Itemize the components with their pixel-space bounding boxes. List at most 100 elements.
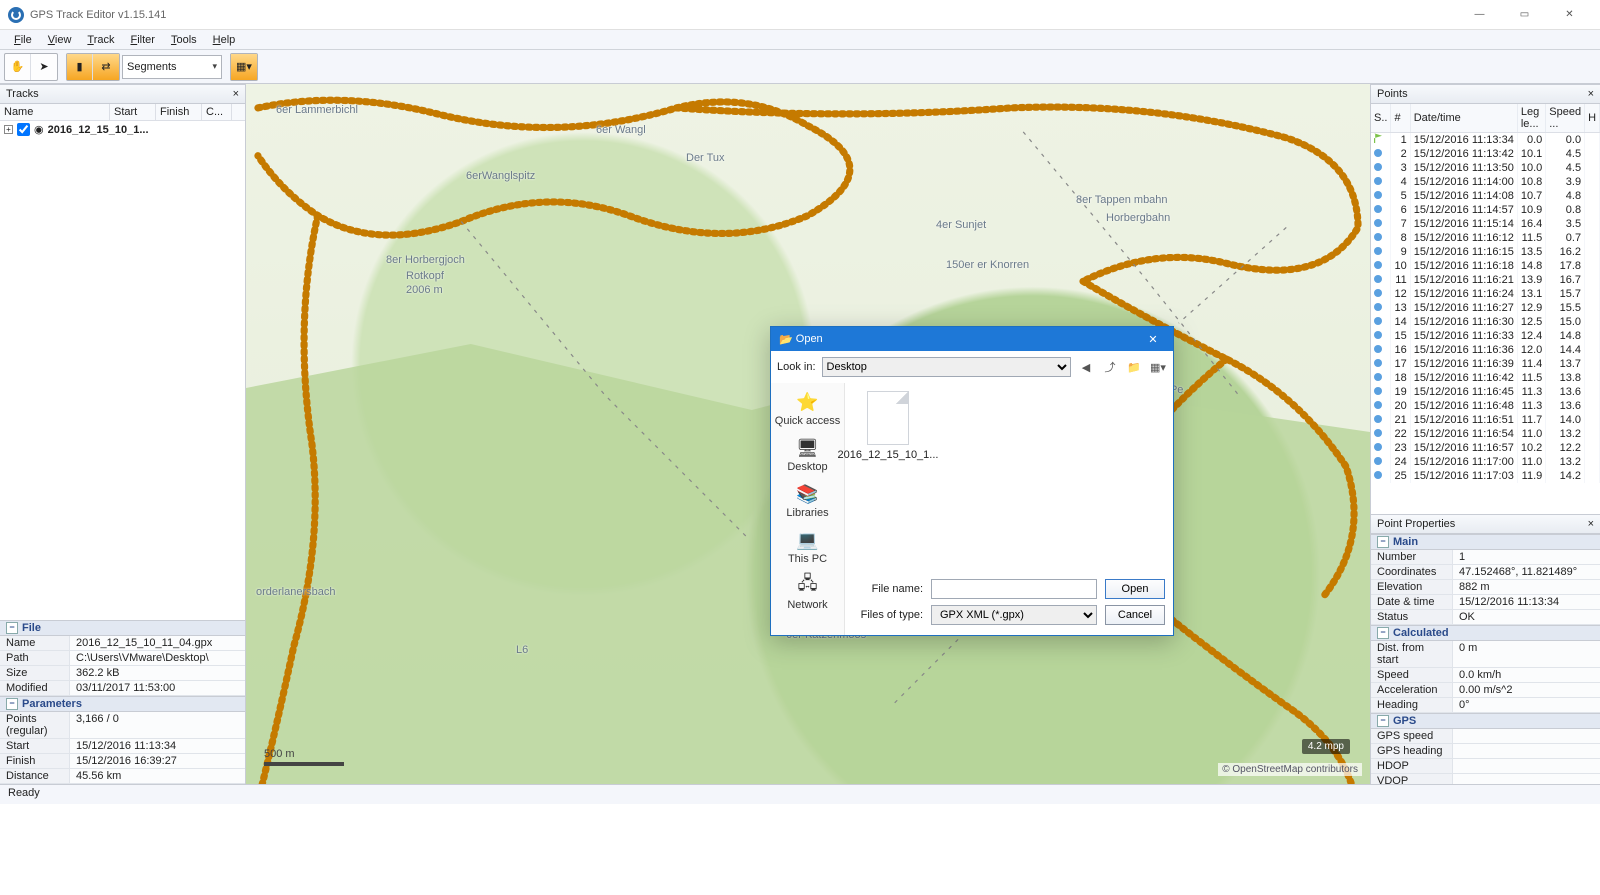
points-row[interactable]: 415/12/2016 11:14:0010.83.9	[1371, 175, 1600, 189]
tracks-col[interactable]: Name	[0, 104, 110, 120]
points-row[interactable]: 1815/12/2016 11:16:4211.513.8	[1371, 371, 1600, 385]
window-close[interactable]: ✕	[1547, 1, 1592, 29]
point-index: 14	[1391, 315, 1410, 329]
pp-section-main[interactable]: Main	[1371, 534, 1600, 550]
place-icon: 🖥	[794, 437, 820, 459]
points-row[interactable]: 1015/12/2016 11:16:1814.817.8	[1371, 259, 1600, 273]
points-row[interactable]: 2115/12/2016 11:16:5111.714.0	[1371, 413, 1600, 427]
points-row[interactable]: 1515/12/2016 11:16:3312.414.8	[1371, 329, 1600, 343]
lookin-select[interactable]: Desktop	[822, 357, 1071, 377]
dialog-titlebar[interactable]: 📂 Open ✕	[771, 327, 1173, 351]
place-quick-access[interactable]: ⭐Quick access	[775, 391, 840, 427]
points-row[interactable]: 915/12/2016 11:16:1513.516.2	[1371, 245, 1600, 259]
window-minimize[interactable]: —	[1457, 1, 1502, 29]
file-row: Name2016_12_15_10_11_04.gpx	[0, 636, 245, 651]
menu-view[interactable]: View	[40, 32, 80, 48]
open-button[interactable]: Open	[1105, 579, 1165, 599]
map-label: 150er er Knorren	[946, 259, 1029, 271]
points-row[interactable]: 2515/12/2016 11:17:0311.914.2	[1371, 469, 1600, 483]
place-desktop[interactable]: 🖥Desktop	[787, 437, 827, 473]
menu-help[interactable]: Help	[205, 32, 244, 48]
point-datetime: 15/12/2016 11:16:24	[1410, 287, 1517, 301]
menu-tools[interactable]: Tools	[163, 32, 205, 48]
pp-section-gps[interactable]: GPS	[1371, 713, 1600, 729]
points-row[interactable]: 1115/12/2016 11:16:2113.916.7	[1371, 273, 1600, 287]
points-panel-title: Points	[1377, 88, 1408, 100]
tool-select-mode-b[interactable]: ⇄	[93, 54, 119, 80]
tracks-panel-close[interactable]: ×	[233, 88, 239, 100]
point-leg: 11.4	[1517, 357, 1545, 371]
points-col[interactable]: S..	[1371, 104, 1391, 133]
point-h	[1585, 399, 1600, 413]
file-item[interactable]: 2016_12_15_10_1...	[853, 391, 923, 461]
new-folder-icon[interactable]: 📁	[1125, 358, 1143, 376]
points-col[interactable]: #	[1391, 104, 1410, 133]
place-this-pc[interactable]: 💻This PC	[788, 529, 827, 565]
tool-hand[interactable]: ✋	[5, 54, 31, 80]
points-row[interactable]: 215/12/2016 11:13:4210.14.5	[1371, 147, 1600, 161]
nav-up-icon[interactable]: ⤴	[1101, 358, 1119, 376]
cancel-button[interactable]: Cancel	[1105, 605, 1165, 625]
window-maximize[interactable]: ▭	[1502, 1, 1547, 29]
tool-view-mode[interactable]: ▦▾	[231, 54, 257, 80]
points-panel-close[interactable]: ×	[1588, 88, 1594, 100]
point-datetime: 15/12/2016 11:16:15	[1410, 245, 1517, 259]
tracks-col[interactable]: Finish	[156, 104, 202, 120]
point-h	[1585, 455, 1600, 469]
points-row[interactable]: 2015/12/2016 11:16:4811.313.6	[1371, 399, 1600, 413]
filename-input[interactable]	[931, 579, 1097, 599]
points-row[interactable]: 715/12/2016 11:15:1416.43.5	[1371, 217, 1600, 231]
points-col[interactable]: Speed ...	[1546, 104, 1585, 133]
points-row[interactable]: 515/12/2016 11:14:0810.74.8	[1371, 189, 1600, 203]
params-section-header[interactable]: Parameters	[0, 696, 245, 712]
pointprops-body[interactable]: MainNumber1Coordinates47.152468°, 11.821…	[1371, 534, 1600, 784]
point-leg: 12.9	[1517, 301, 1545, 315]
tracks-row[interactable]: + ◉ 2016_12_15_10_1...	[0, 121, 245, 138]
points-row[interactable]: 2215/12/2016 11:16:5411.013.2	[1371, 427, 1600, 441]
map-viewport[interactable]: 6er Lammerbichl6erWanglspitz6er WanglDer…	[246, 84, 1370, 784]
pp-section-calculated[interactable]: Calculated	[1371, 625, 1600, 641]
point-index: 15	[1391, 329, 1410, 343]
toolbar-segments-select[interactable]: Segments	[122, 55, 222, 79]
points-row[interactable]: 1415/12/2016 11:16:3012.515.0	[1371, 315, 1600, 329]
file-section-header[interactable]: File	[0, 620, 245, 636]
file-row: PathC:\Users\VMware\Desktop\	[0, 651, 245, 666]
nav-back-icon[interactable]: ◀	[1077, 358, 1095, 376]
points-col[interactable]: H	[1585, 104, 1600, 133]
track-visible-checkbox[interactable]	[17, 123, 30, 136]
tracks-col[interactable]: Start	[110, 104, 156, 120]
point-h	[1585, 287, 1600, 301]
points-row[interactable]: 1915/12/2016 11:16:4511.313.6	[1371, 385, 1600, 399]
points-row[interactable]: 1715/12/2016 11:16:3911.413.7	[1371, 357, 1600, 371]
tracks-list[interactable]: + ◉ 2016_12_15_10_1...	[0, 121, 245, 620]
points-row[interactable]: 1315/12/2016 11:16:2712.915.5	[1371, 301, 1600, 315]
points-row[interactable]: 1615/12/2016 11:16:3612.014.4	[1371, 343, 1600, 357]
pointprops-close[interactable]: ×	[1588, 518, 1594, 530]
filetypes-select[interactable]: GPX XML (*.gpx)	[931, 605, 1097, 625]
point-leg: 12.5	[1517, 315, 1545, 329]
map-label: 2006 m	[406, 284, 443, 296]
tree-expand-icon[interactable]: +	[4, 125, 13, 134]
points-row[interactable]: 2415/12/2016 11:17:0011.013.2	[1371, 455, 1600, 469]
points-col[interactable]: Leg le...	[1517, 104, 1545, 133]
menu-file[interactable]: File	[6, 32, 40, 48]
points-row[interactable]: 315/12/2016 11:13:5010.04.5	[1371, 161, 1600, 175]
points-row[interactable]: 1215/12/2016 11:16:2413.115.7	[1371, 287, 1600, 301]
points-row[interactable]: 115/12/2016 11:13:340.00.0	[1371, 133, 1600, 147]
points-row[interactable]: 815/12/2016 11:16:1211.50.7	[1371, 231, 1600, 245]
points-col[interactable]: Date/time	[1410, 104, 1517, 133]
view-menu-icon[interactable]: ▦▾	[1149, 358, 1167, 376]
points-row[interactable]: 2315/12/2016 11:16:5710.212.2	[1371, 441, 1600, 455]
tool-select-mode-a[interactable]: ▮	[67, 54, 93, 80]
points-row[interactable]: 615/12/2016 11:14:5710.90.8	[1371, 203, 1600, 217]
menu-track[interactable]: Track	[79, 32, 122, 48]
menu-bar: FileViewTrackFilterToolsHelp	[0, 30, 1600, 50]
dialog-file-list[interactable]: 2016_12_15_10_1...	[845, 383, 1173, 573]
tracks-col[interactable]: C...	[202, 104, 232, 120]
points-table-scroll[interactable]: S..#Date/timeLeg le...Speed ...H 115/12/…	[1371, 104, 1600, 514]
dialog-close[interactable]: ✕	[1141, 329, 1165, 349]
menu-filter[interactable]: Filter	[123, 32, 163, 48]
tool-pointer[interactable]: ➤	[31, 54, 57, 80]
place-network[interactable]: 🖧Network	[787, 575, 827, 611]
place-libraries[interactable]: 📚Libraries	[786, 483, 828, 519]
